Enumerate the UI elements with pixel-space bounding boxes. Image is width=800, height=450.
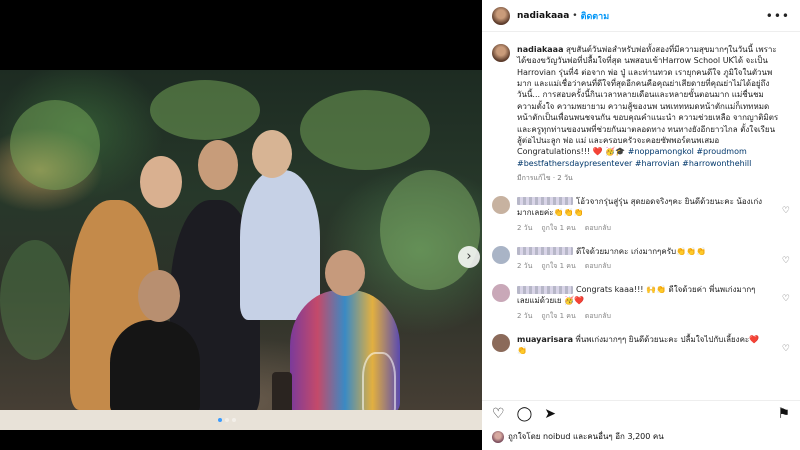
instagram-post-view: › nadiakaaa • ติดตาม ••• nadiakaaa สุขสั… [0,0,800,450]
caption: nadiakaaa สุขสันต์วันพ่อสำหรับพ่อทั้งสอง… [492,44,790,184]
comment-text: ดีใจด้วยมากคะ เก่งมากๆครับ👏👏👏 [576,246,706,256]
caption-timestamp: มีการแก้ไข · 2 วัน [517,173,573,182]
comment-likes[interactable]: ถูกใจ 1 คน [541,261,575,272]
comment-time: 2 วัน [517,262,533,271]
comment-time: 2 วัน [517,311,533,320]
avatar[interactable] [492,245,510,264]
post-author-username[interactable]: nadiakaaa [517,11,569,21]
share-icon[interactable]: ➤ [544,407,556,421]
more-options-icon[interactable]: ••• [766,9,790,23]
avatar[interactable] [492,6,510,25]
likes-summary[interactable]: ถูกใจโดย noibud และคนอื่นๆ อีก 3,200 คน [492,430,664,443]
dining-table [0,410,482,430]
heart-icon[interactable]: ♡ [782,294,790,304]
carousel-indicator [218,418,236,422]
comment-item: Congrats kaaa!!! 🙌👏 ดีใจด้วยค่า พี่นพเก่… [492,284,790,322]
like-icon[interactable]: ♡ [492,407,505,421]
blurred-username [517,197,573,206]
caption-body: สุขสันต์วันพ่อสำหรับพ่อทั้งสองที่มีความส… [517,45,779,157]
comment-icon[interactable]: ◯ [517,407,533,421]
carousel-dot [232,418,236,422]
avatar[interactable] [492,333,510,352]
avatar[interactable] [492,44,510,62]
avatar[interactable] [492,195,510,214]
heart-icon[interactable]: ♡ [782,256,790,266]
caption-username[interactable]: nadiakaaa [517,45,563,54]
heart-icon[interactable]: ♡ [782,206,790,216]
comment-likes[interactable]: ถูกใจ 1 คน [541,223,575,234]
wine-glass [362,352,396,414]
avatar[interactable] [492,284,510,303]
avatar [492,430,504,443]
comment-item: ดีใจด้วยมากคะ เก่งมากๆครับ👏👏👏 2 วัน ถูกใ… [492,245,790,272]
post-header: nadiakaaa • ติดตาม ••• [482,0,800,32]
blurred-username [517,247,573,256]
carousel-dot [225,418,229,422]
post-side-panel: nadiakaaa • ติดตาม ••• nadiakaaa สุขสันต… [482,0,800,450]
follow-button[interactable]: ติดตาม [581,9,610,23]
comments-scroll-area[interactable]: nadiakaaa สุขสันต์วันพ่อสำหรับพ่อทั้งสอง… [482,32,800,400]
heart-icon[interactable]: ♡ [782,344,790,354]
comment-item: muayarisara พี่นพเก่งมากๆๆ ยินดีด้วยนะคะ… [492,333,790,357]
post-actions-bar: ♡ ◯ ➤ ⚑ [482,400,800,426]
carousel-dot [218,418,222,422]
post-photo-area: › [0,0,482,450]
header-separator: • [572,10,578,21]
family-photo [0,70,482,430]
comment-likes[interactable]: ถูกใจ 1 คน [541,311,575,322]
comment-time: 2 วัน [517,223,533,232]
reply-button[interactable]: ตอบกลับ [585,223,611,234]
comment-item: โอ้วจากรุ่นสู่รุ่น สุดยอดจริงๆคะ ยินดีด้… [492,195,790,234]
blurred-username [517,285,573,294]
carousel-next-button[interactable]: › [458,246,480,268]
save-icon[interactable]: ⚑ [777,407,790,421]
reply-button[interactable]: ตอบกลับ [585,261,611,272]
comment-username[interactable]: muayarisara [517,335,573,344]
likes-text[interactable]: ถูกใจโดย noibud และคนอื่นๆ อีก 3,200 คน [508,430,664,443]
caption-text: nadiakaaa สุขสันต์วันพ่อสำหรับพ่อทั้งสอง… [517,44,779,169]
reply-button[interactable]: ตอบกลับ [585,311,611,322]
